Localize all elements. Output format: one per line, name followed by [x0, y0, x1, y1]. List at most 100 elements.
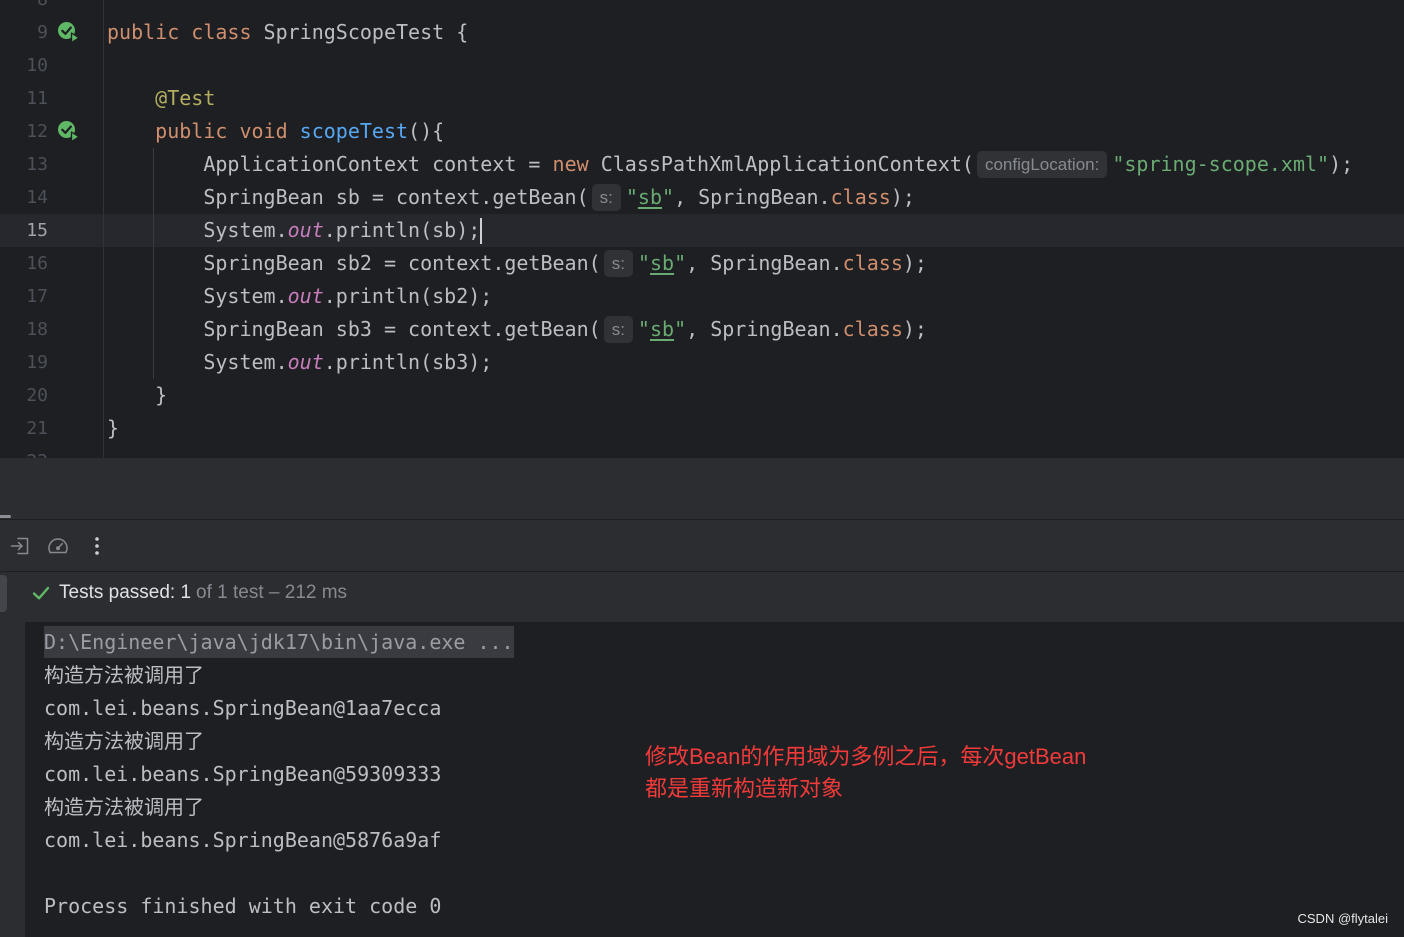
run-test-icon[interactable]	[56, 20, 81, 45]
keyword-token[interactable]: class	[831, 185, 891, 209]
line-number[interactable]: 9	[0, 16, 48, 49]
code-text[interactable]: }	[107, 379, 167, 412]
code-token[interactable]: System.	[107, 218, 287, 242]
code-line[interactable]: 19 System.out.println(sb3);	[0, 346, 1404, 379]
line-number[interactable]: 14	[0, 181, 48, 214]
code-token[interactable]: );	[1329, 152, 1353, 176]
test-status-text: Tests passed: 1 of 1 test – 212 ms	[59, 572, 347, 614]
code-text[interactable]: SpringBean sb = context.getBean(s: "sb", …	[107, 181, 915, 214]
string-token[interactable]: "	[638, 251, 650, 275]
code-token[interactable]: SpringBean sb2 = context.getBean(	[107, 251, 600, 275]
string-token[interactable]: "	[626, 185, 638, 209]
import-tests-icon[interactable]	[9, 535, 31, 557]
code-token[interactable]: ClassPathXmlApplicationContext(	[589, 152, 974, 176]
line-number[interactable]: 13	[0, 148, 48, 181]
check-icon	[31, 583, 51, 603]
code-text[interactable]: SpringBean sb2 = context.getBean(s: "sb",…	[107, 247, 927, 280]
string-token[interactable]: "	[638, 317, 650, 341]
code-token[interactable]: SpringBean sb3 = context.getBean(	[107, 317, 600, 341]
line-number[interactable]: 16	[0, 247, 48, 280]
code-line[interactable]: 21}	[0, 412, 1404, 445]
code-line[interactable]: 17 System.out.println(sb2);	[0, 280, 1404, 313]
code-line[interactable]: 20 }	[0, 379, 1404, 412]
string-token[interactable]: "	[662, 185, 674, 209]
code-text[interactable]: @Test	[107, 82, 215, 115]
java-command-line[interactable]: D:\Engineer\java\jdk17\bin\java.exe ...	[44, 626, 514, 658]
keyword-token[interactable]: new	[553, 152, 589, 176]
code-text[interactable]: public void scopeTest(){	[107, 115, 444, 148]
code-token[interactable]: , SpringBean.	[686, 251, 843, 275]
code-text[interactable]: SpringBean sb3 = context.getBean(s: "sb",…	[107, 313, 927, 346]
code-text[interactable]: ApplicationContext context = new ClassPa…	[107, 148, 1353, 181]
code-text[interactable]: public class SpringScopeTest {	[107, 16, 468, 49]
parameter-hint: s:	[603, 250, 633, 277]
line-number[interactable]: 22	[0, 445, 48, 458]
code-token[interactable]: .println(sb3);	[324, 350, 493, 374]
line-number[interactable]: 11	[0, 82, 48, 115]
code-token[interactable]: }	[107, 383, 167, 407]
string-token[interactable]: "spring-scope.xml"	[1112, 152, 1329, 176]
line-number[interactable]: 15	[0, 214, 48, 247]
code-line[interactable]: 16 SpringBean sb2 = context.getBean(s: "s…	[0, 247, 1404, 280]
code-token[interactable]: SpringBean sb = context.getBean(	[107, 185, 588, 209]
code-token[interactable]: , SpringBean.	[686, 317, 843, 341]
code-token[interactable]: .println(sb2);	[324, 284, 493, 308]
run-side-strip	[0, 572, 25, 937]
gauge-icon[interactable]	[46, 535, 70, 557]
line-number[interactable]: 12	[0, 115, 48, 148]
code-token[interactable]: );	[903, 317, 927, 341]
line-number[interactable]: 20	[0, 379, 48, 412]
parameter-hint: s:	[603, 316, 633, 343]
line-number[interactable]: 19	[0, 346, 48, 379]
more-options-icon[interactable]	[91, 535, 103, 557]
code-token[interactable]: .println(sb);	[324, 218, 481, 242]
line-number[interactable]: 10	[0, 49, 48, 82]
line-number[interactable]: 8	[0, 0, 48, 16]
code-lines[interactable]: 89 public class SpringScopeTest {1011 @T…	[0, 0, 1404, 458]
code-text[interactable]: System.out.println(sb2);	[107, 280, 492, 313]
code-line[interactable]: 13 ApplicationContext context = new Clas…	[0, 148, 1404, 181]
keyword-token[interactable]: class	[843, 317, 903, 341]
code-token[interactable]: (){	[408, 119, 444, 143]
selected-run-tab[interactable]	[0, 575, 7, 612]
code-text[interactable]: }	[107, 412, 119, 445]
keyword-token[interactable]: public void	[107, 119, 287, 143]
static-field-token[interactable]: out	[288, 350, 324, 374]
code-token[interactable]: System.	[107, 284, 287, 308]
current-code-line[interactable]: 15 System.out.println(sb);	[0, 214, 1404, 247]
bean-reference-token[interactable]: sb	[650, 251, 674, 275]
code-editor[interactable]: 89 public class SpringScopeTest {1011 @T…	[0, 0, 1404, 458]
code-token[interactable]: );	[903, 251, 927, 275]
code-token[interactable]: }	[107, 416, 119, 440]
code-line[interactable]: 14 SpringBean sb = context.getBean(s: "sb…	[0, 181, 1404, 214]
text-cursor	[480, 218, 483, 244]
code-line[interactable]: 10	[0, 49, 1404, 82]
code-token[interactable]: , SpringBean.	[674, 185, 831, 209]
line-number[interactable]: 18	[0, 313, 48, 346]
static-field-token[interactable]: out	[288, 218, 324, 242]
static-field-token[interactable]: out	[288, 284, 324, 308]
code-text[interactable]: System.out.println(sb);	[107, 214, 483, 247]
code-token[interactable]: ApplicationContext context =	[107, 152, 553, 176]
line-number[interactable]: 21	[0, 412, 48, 445]
code-line[interactable]: 12 public void scopeTest(){	[0, 115, 1404, 148]
code-line[interactable]: 8	[0, 0, 1404, 16]
line-number[interactable]: 17	[0, 280, 48, 313]
code-line[interactable]: 22	[0, 445, 1404, 458]
method-name-token[interactable]: scopeTest	[288, 119, 408, 143]
bean-reference-token[interactable]: sb	[650, 317, 674, 341]
code-token[interactable]: SpringScopeTest {	[252, 20, 469, 44]
code-line[interactable]: 9 public class SpringScopeTest {	[0, 16, 1404, 49]
code-token[interactable]: System.	[107, 350, 287, 374]
code-line[interactable]: 18 SpringBean sb3 = context.getBean(s: "s…	[0, 313, 1404, 346]
string-token[interactable]: "	[674, 317, 686, 341]
bean-reference-token[interactable]: sb	[638, 185, 662, 209]
run-test-icon[interactable]	[56, 119, 81, 144]
annotation-token[interactable]: @Test	[107, 86, 215, 110]
code-text[interactable]: System.out.println(sb3);	[107, 346, 492, 379]
code-token[interactable]: );	[891, 185, 915, 209]
code-line[interactable]: 11 @Test	[0, 82, 1404, 115]
keyword-token[interactable]: class	[843, 251, 903, 275]
keyword-token[interactable]: public class	[107, 20, 252, 44]
string-token[interactable]: "	[674, 251, 686, 275]
